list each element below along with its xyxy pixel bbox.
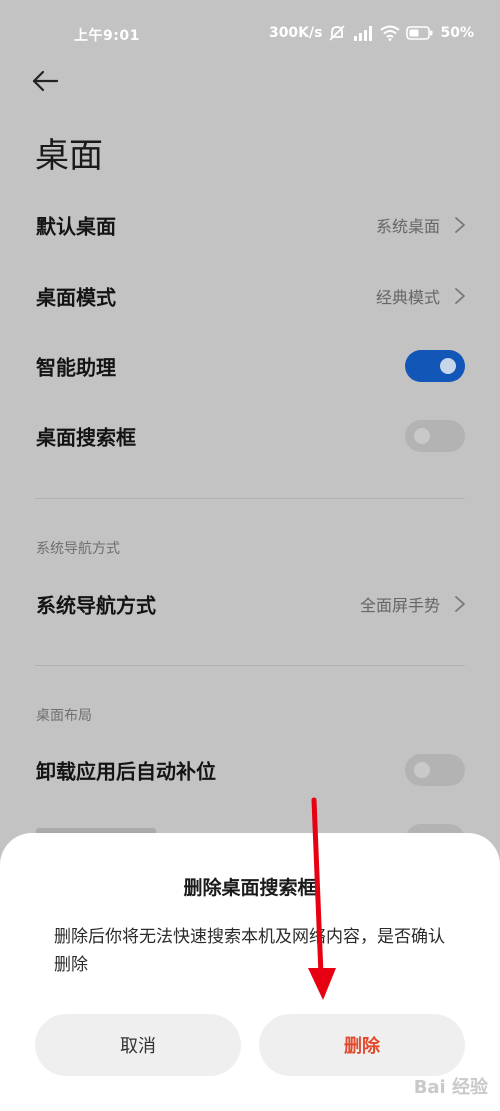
baidu-jingyan-watermark: Bai 经验	[414, 1073, 488, 1099]
setting-row-smart-assistant: 智能助理	[0, 336, 500, 396]
setting-value: 系统桌面	[375, 217, 440, 236]
chevron-right-icon	[455, 596, 465, 612]
page-title: 桌面	[35, 136, 103, 176]
divider	[35, 498, 465, 499]
dialog-message: 删除后你将无法快速搜索本机及网络内容，是否确认删除	[54, 927, 445, 975]
setting-row-default-desktop[interactable]: 默认桌面 系统桌面	[0, 195, 500, 255]
auto-fill-toggle[interactable]	[405, 754, 465, 786]
chevron-right-icon	[455, 217, 465, 233]
wifi-icon	[380, 25, 401, 41]
setting-label: 智能助理	[36, 355, 116, 380]
setting-row-navigation-mode[interactable]: 系统导航方式 全面屏手势	[0, 574, 500, 634]
setting-row-desktop-mode[interactable]: 桌面模式 经典模式	[0, 266, 500, 326]
dialog-title: 删除桌面搜索框	[183, 877, 317, 899]
setting-label: 桌面搜索框	[36, 425, 136, 450]
setting-row-search-box: 桌面搜索框	[0, 406, 500, 466]
cancel-button[interactable]: 取消	[35, 1014, 241, 1076]
status-time: 上午9:01	[74, 28, 140, 44]
network-speed: 300K/s	[268, 25, 323, 41]
status-icons: 300K/s 50%	[269, 24, 474, 42]
divider	[35, 665, 465, 666]
toggle-knob	[414, 428, 430, 444]
search-box-toggle[interactable]	[405, 420, 465, 452]
smart-assistant-toggle[interactable]	[405, 350, 465, 382]
battery-percent: 50%	[440, 25, 474, 41]
watermark-text: Bai 经验	[413, 1077, 488, 1098]
section-header-layout: 桌面布局	[36, 708, 92, 724]
back-button[interactable]	[30, 66, 70, 100]
toggle-knob	[440, 358, 456, 374]
toggle-knob	[414, 762, 430, 778]
battery-icon	[406, 26, 434, 40]
setting-row-auto-fill: 卸载应用后自动补位	[0, 740, 500, 800]
back-arrow-icon	[32, 70, 59, 92]
delete-button[interactable]: 删除	[259, 1014, 465, 1076]
setting-label: 桌面模式	[36, 285, 116, 310]
setting-label: 默认桌面	[36, 214, 116, 239]
delete-search-box-dialog: 删除桌面搜索框 删除后你将无法快速搜索本机及网络内容，是否确认删除 取消 删除	[0, 833, 500, 1111]
settings-screen: 上午9:01 300K/s 50% 桌面 默认桌面 系统桌面 桌面模式 经典模式…	[0, 0, 500, 1111]
chevron-right-icon	[455, 288, 465, 304]
status-bar: 上午9:01 300K/s 50%	[0, 20, 500, 50]
signal-icon	[352, 25, 374, 41]
setting-label: 卸载应用后自动补位	[36, 759, 216, 784]
section-header-navigation: 系统导航方式	[36, 541, 120, 557]
setting-value: 全面屏手势	[359, 596, 440, 615]
mute-bell-icon	[328, 24, 346, 42]
setting-label: 系统导航方式	[36, 593, 156, 618]
setting-value: 经典模式	[375, 288, 440, 307]
